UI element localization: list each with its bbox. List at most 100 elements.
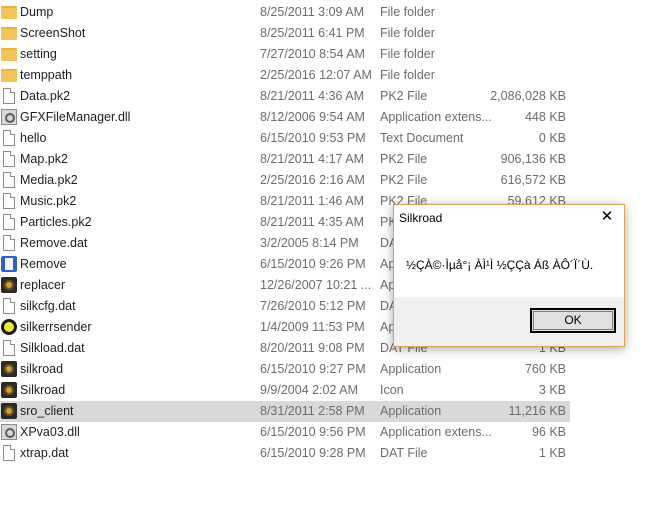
file-icon [3,298,15,314]
file-row[interactable]: Data.pk2 8/21/2011 4:36 AM PK2 File 2,086,0… [0,86,570,107]
file-type: File folder [380,68,435,82]
file-date-modified: 8/21/2011 4:35 AM [260,215,365,229]
file-type: Application extens... [380,110,492,124]
file-name: Media.pk2 [20,173,78,187]
file-date-modified: 8/21/2011 4:36 AM [260,89,365,103]
file-row[interactable]: Dump 8/25/2011 3:09 AM File folder [0,2,570,23]
file-name: Dump [20,5,54,19]
file-name: temppath [20,68,73,82]
file-name: replacer [20,278,66,292]
file-name: setting [20,47,57,61]
file-date-modified: 6/15/2010 9:56 PM [260,425,366,439]
file-date-modified: 7/26/2010 5:12 PM [260,299,366,313]
file-row[interactable]: Media.pk2 2/25/2016 2:16 AM PK2 File 616,57… [0,170,570,191]
file-name: sro_client [20,404,74,418]
file-size: 11,216 KB [508,404,566,418]
file-type: DAT File [380,446,428,460]
file-row[interactable]: XPva03.dll 6/15/2010 9:56 PM Application e… [0,422,570,443]
gear-file-icon [1,109,17,125]
remove-app-icon [1,256,17,272]
file-name: Data.pk2 [20,89,71,103]
file-size: 906,136 KB [500,152,566,166]
file-row[interactable]: hello 6/15/2010 9:53 PM Text Document 0 KB [0,128,570,149]
file-icon [3,88,15,104]
file-name: Remove [20,257,67,271]
file-date-modified: 2/25/2016 2:16 AM [260,173,365,187]
file-type: Text Document [380,131,464,145]
file-row[interactable]: setting 7/27/2010 8:54 AM File folder [0,44,570,65]
file-date-modified: 6/15/2010 9:28 PM [260,446,366,460]
app-icon [1,361,17,377]
file-icon [3,214,15,230]
file-name: silkroad [20,362,64,376]
file-date-modified: 1/4/2009 11:53 PM [260,320,365,334]
ok-button-focus-ring [533,311,613,330]
file-icon [3,151,15,167]
file-size: 1 KB [538,446,566,460]
dialog-titlebar[interactable]: Silkroad ✕ [394,205,624,229]
file-name: XPva03.dll [20,425,80,439]
file-size: 0 KB [538,131,566,145]
file-icon [3,340,15,356]
file-date-modified: 8/21/2011 4:17 AM [260,152,365,166]
dialog-title: Silkroad [399,211,443,225]
file-row[interactable]: Map.pk2 8/21/2011 4:17 AM PK2 File 906,136 … [0,149,570,170]
file-row[interactable]: Silkroad 9/9/2004 2:02 AM Icon 3 KB [0,380,570,401]
file-date-modified: 8/25/2011 3:09 AM [260,5,365,19]
file-icon [3,130,15,146]
ok-button[interactable]: OK [530,308,616,333]
file-name: Silkroad [20,383,66,397]
file-row[interactable]: ScreenShot 8/25/2011 6:41 PM File folder [0,23,570,44]
file-row[interactable]: GFXFileManager.dll 8/12/2006 9:54 AM Appli… [0,107,570,128]
close-icon[interactable]: ✕ [592,205,622,229]
file-icon [3,445,15,461]
file-type: File folder [380,26,435,40]
file-name: silkcfg.dat [20,299,76,313]
file-row[interactable]: xtrap.dat 6/15/2010 9:28 PM DAT File 1 KB [0,443,570,464]
file-name: Map.pk2 [20,152,68,166]
file-type: Icon [380,383,404,397]
file-size: 96 KB [531,425,566,439]
file-size: 760 KB [524,362,566,376]
file-date-modified: 6/15/2010 9:27 PM [260,362,366,376]
file-name: Silkload.dat [20,341,85,355]
message-dialog: Silkroad ✕ ½ÇÀ©·Ìµå°¡ ÀÌ¹Ì ½ÇÇà Áß ÀÔ´Ï´… [393,204,625,347]
file-size: 2,086,028 KB [490,89,566,103]
app-icon [1,277,17,293]
file-date-modified: 6/15/2010 9:53 PM [260,131,366,145]
file-row[interactable]: temppath 2/25/2016 12:07 AM File folder [0,65,570,86]
file-type: File folder [380,47,435,61]
file-date-modified: 8/31/2011 2:58 PM [260,404,365,418]
folder-icon [1,69,17,82]
dialog-message: ½ÇÀ©·Ìµå°¡ ÀÌ¹Ì ½ÇÇà Áß ÀÔ´Ï´Ù. [406,258,594,272]
file-date-modified: 8/25/2011 6:41 PM [260,26,365,40]
file-type: File folder [380,5,435,19]
file-name: hello [20,131,47,145]
app-icon [1,403,17,419]
file-type: PK2 File [380,89,428,103]
file-date-modified: 2/25/2016 12:07 AM [260,68,372,82]
folder-icon [1,6,17,19]
dialog-footer: OK [394,297,624,346]
file-name: Particles.pk2 [20,215,92,229]
file-icon [3,235,15,251]
file-type: Application extens... [380,425,492,439]
file-name: ScreenShot [20,26,86,40]
file-icon [3,172,15,188]
file-date-modified: 6/15/2010 9:26 PM [260,257,366,271]
file-row[interactable]: sro_client 8/31/2011 2:58 PM Application 11… [0,401,570,422]
file-name: Remove.dat [20,236,88,250]
folder-icon [1,27,17,40]
file-type: PK2 File [380,173,428,187]
file-date-modified: 9/9/2004 2:02 AM [260,383,358,397]
folder-icon [1,48,17,61]
file-date-modified: 8/21/2011 1:46 AM [260,194,365,208]
file-type: PK2 File [380,152,428,166]
gear-file-icon [1,424,17,440]
file-type: Application [380,404,442,418]
file-type: Application [380,362,442,376]
yellow-circle-icon [1,319,17,335]
file-row[interactable]: silkroad 6/15/2010 9:27 PM Application 760 … [0,359,570,380]
file-size: 616,572 KB [500,173,566,187]
file-date-modified: 8/20/2011 9:08 PM [260,341,365,355]
